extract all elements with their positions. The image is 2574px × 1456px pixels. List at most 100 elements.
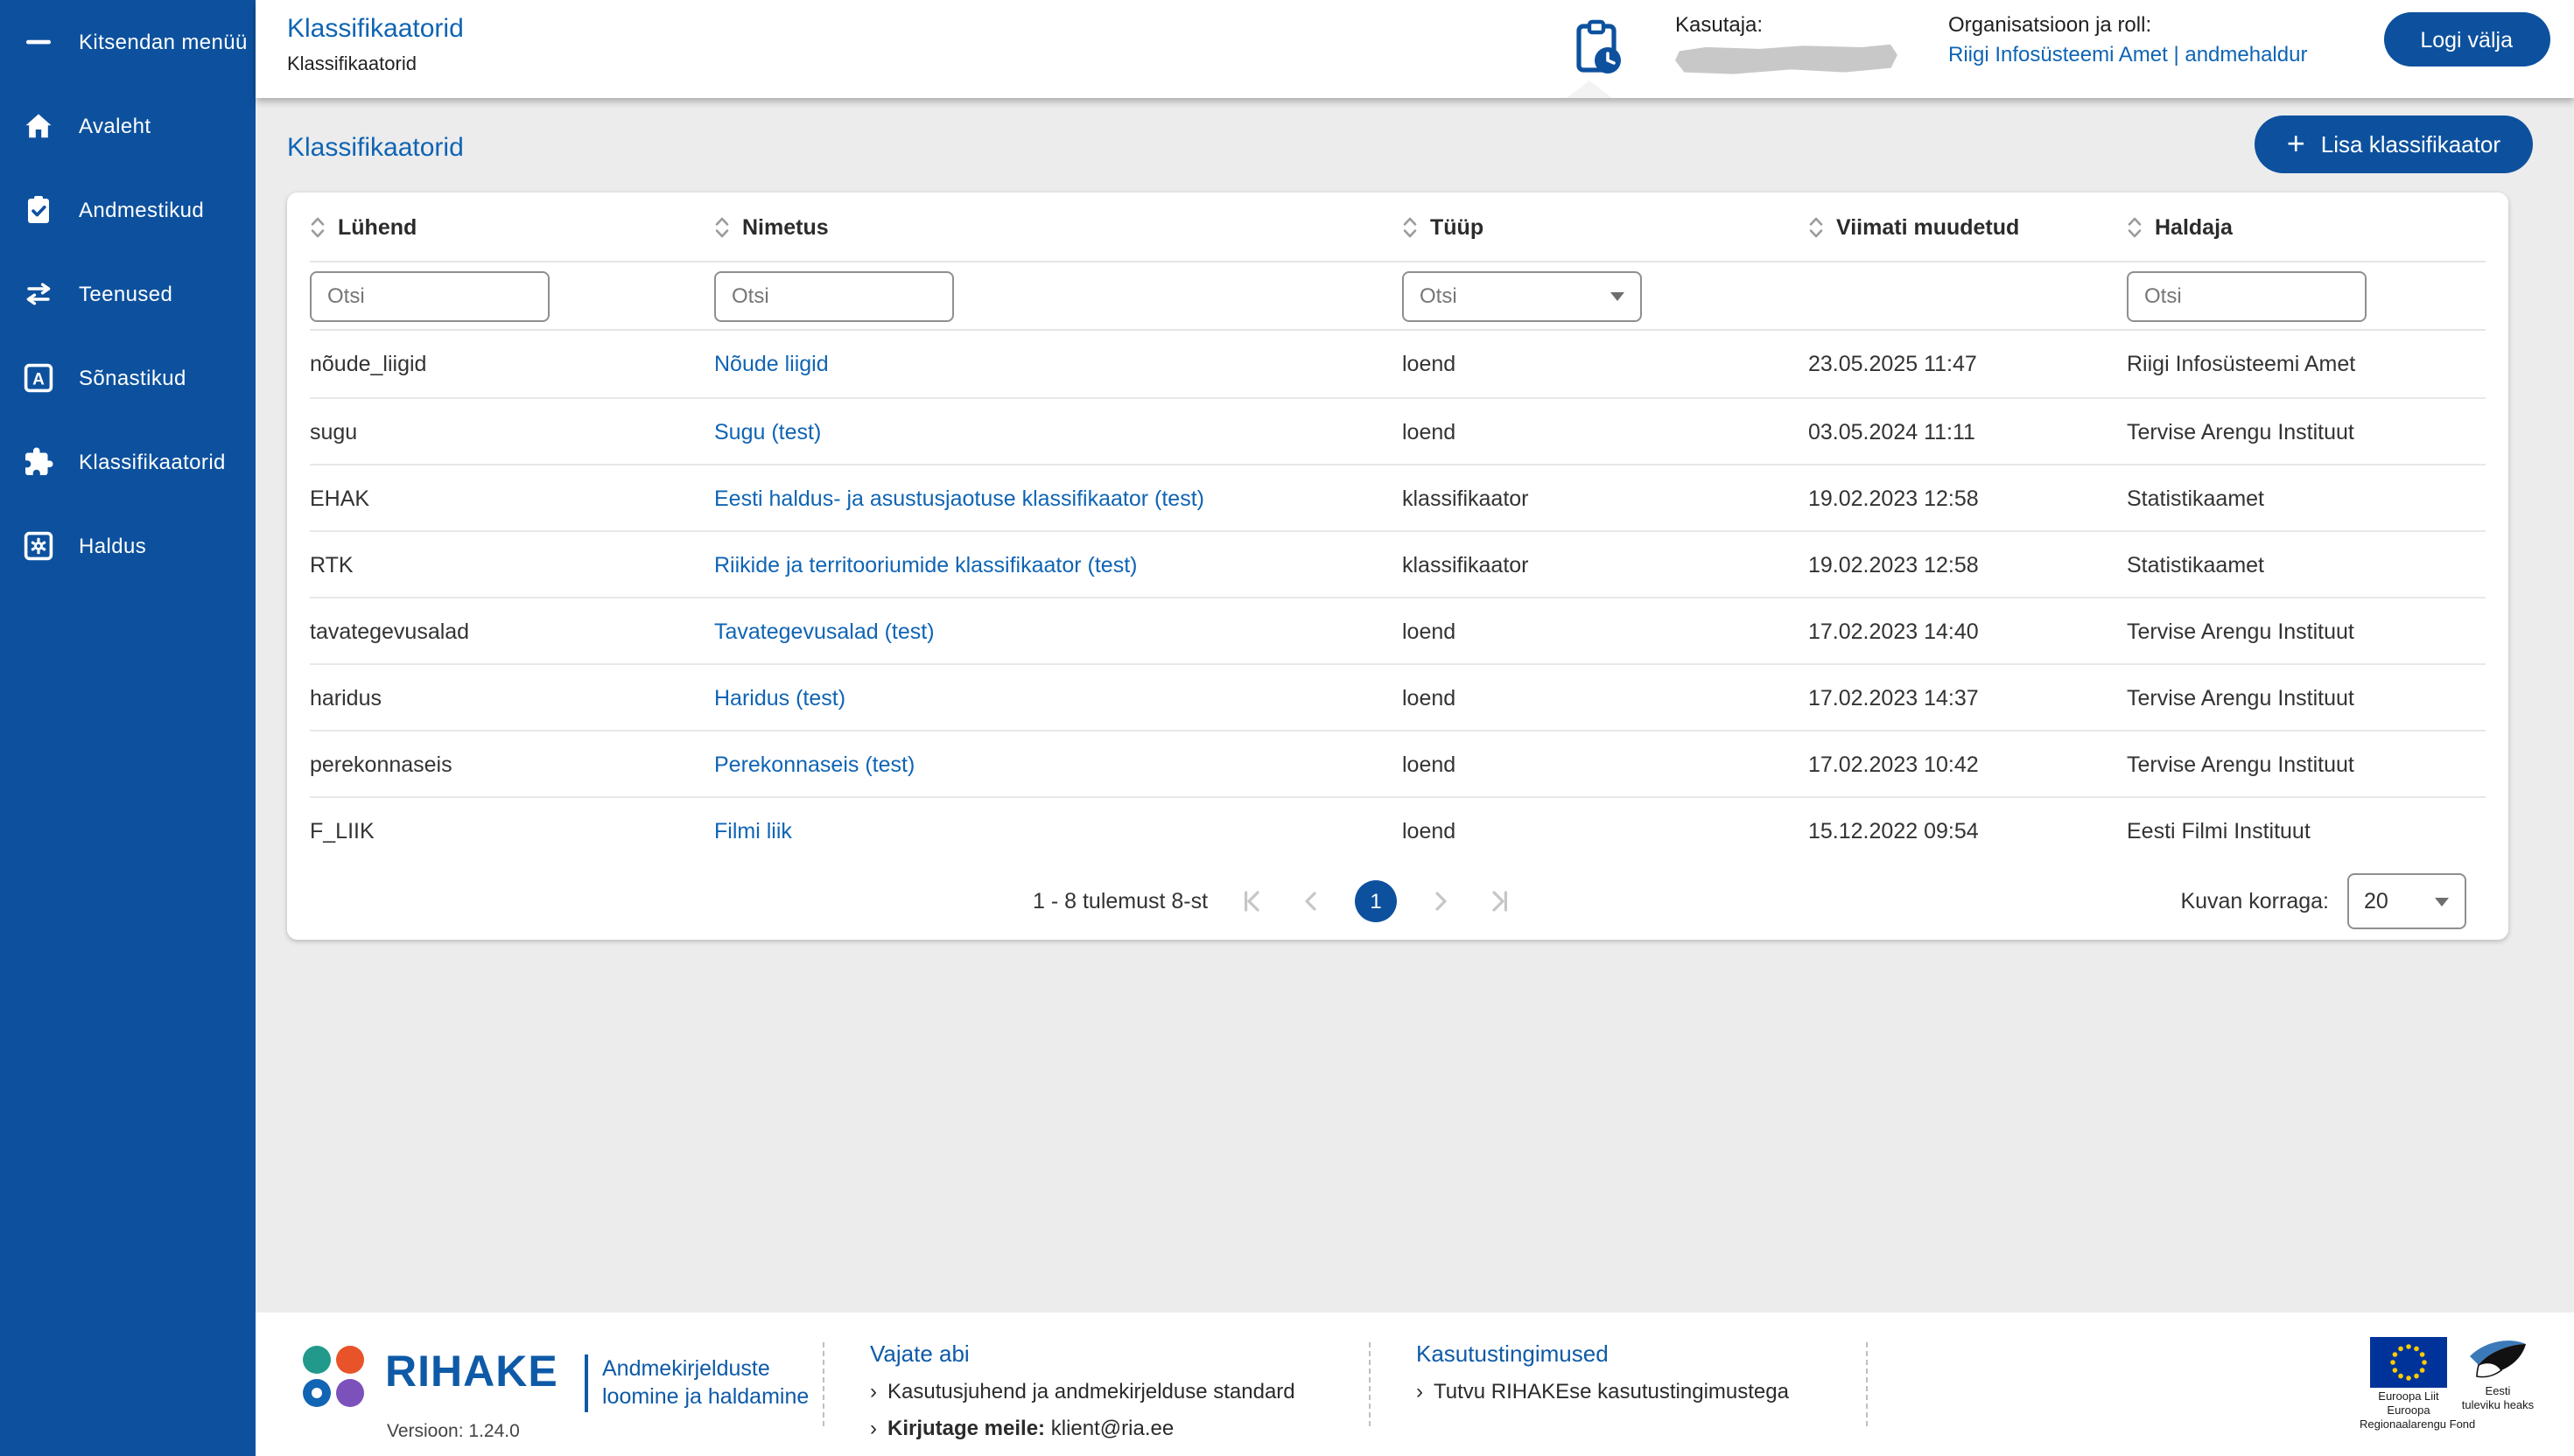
tooltip-pointer: [1567, 80, 1612, 98]
column-header-haldaja[interactable]: Haldaja: [2127, 214, 2484, 239]
page-size-control: Kuvan korraga: 20: [2180, 873, 2465, 929]
eesti-tuleviku-heaks-logo: Eesti tuleviku heaks: [2458, 1337, 2538, 1414]
cell-code: RTK: [310, 552, 354, 577]
classifier-link[interactable]: Haridus (test): [714, 685, 845, 710]
help-link-email[interactable]: › Kirjutage meile: klient@ria.ee: [870, 1416, 1295, 1440]
filter-input-luhend[interactable]: [310, 270, 550, 321]
sidebar-item-label: Kitsendan menüü: [79, 30, 248, 54]
column-header-nimetus[interactable]: Nimetus: [714, 214, 1402, 239]
table-row: haridus Haridus (test) loend 17.02.2023 …: [310, 663, 2485, 730]
table-filter-row: Otsi: [310, 262, 2485, 331]
sidebar-item-avaleht[interactable]: Avaleht: [0, 84, 256, 168]
sidebar-item-label: Teenused: [79, 282, 173, 306]
help-section: Vajate abi › Kasutusjuhend ja andmekirjel…: [870, 1340, 1295, 1440]
pagination-summary: 1 - 8 tulemust 8-st: [1033, 889, 1209, 914]
sort-icon[interactable]: [714, 214, 730, 239]
sidebar-item-label: Klassifikaatorid: [79, 450, 226, 474]
classifiers-table-card: Lühend Nimetus Tüüp Viimati muudetud Hal…: [287, 192, 2507, 940]
sort-icon[interactable]: [2127, 214, 2143, 239]
cell-type: loend: [1402, 818, 1456, 843]
footer-divider: [1866, 1342, 1868, 1426]
column-header-tuup[interactable]: Tüüp: [1402, 214, 1808, 239]
cell-manager: Statistikaamet: [2127, 552, 2265, 577]
content-area: Klassifikaatorid + Lisa klassifikaator L…: [256, 98, 2574, 1312]
sidebar-item-klassifikaatorid[interactable]: Klassifikaatorid: [0, 420, 256, 504]
footer: RIHAKE Andmekirjelduste loomine ja halda…: [256, 1312, 2574, 1456]
sidebar-item-label: Avaleht: [79, 114, 151, 138]
previous-page-button[interactable]: [1297, 887, 1325, 915]
brand-name: RIHAKE: [385, 1348, 558, 1396]
sort-icon[interactable]: [310, 214, 326, 239]
classifier-link[interactable]: Eesti haldus- ja asustusjaotuse klassifi…: [714, 486, 1204, 510]
next-page-button[interactable]: [1427, 887, 1455, 915]
eu-flag-icon: [2370, 1337, 2447, 1388]
cell-modified: 19.02.2023 12:58: [1808, 552, 1979, 577]
classifier-link[interactable]: Sugu (test): [714, 419, 821, 444]
dictionary-a-icon: A: [23, 362, 54, 394]
sidebar-item-haldus[interactable]: Haldus: [0, 504, 256, 588]
sidebar-item-sonastikud[interactable]: A Sõnastikud: [0, 336, 256, 420]
cell-manager: Riigi Infosüsteemi Amet: [2127, 352, 2356, 376]
organisation-role-link[interactable]: Riigi Infosüsteemi Amet | andmehaldur: [1948, 42, 2307, 66]
classifier-link[interactable]: Filmi liik: [714, 818, 792, 843]
cell-code: F_LIIK: [310, 818, 375, 843]
redacted-username: [1675, 43, 1898, 75]
last-page-button[interactable]: [1484, 887, 1512, 915]
table-row: tavategevusalad Tavategevusalad (test) l…: [310, 597, 2485, 663]
first-page-button[interactable]: [1239, 887, 1267, 915]
brand-divider: [585, 1354, 588, 1412]
home-icon: [23, 110, 54, 142]
add-classifier-button[interactable]: + Lisa klassifikaator: [2255, 116, 2532, 173]
sidebar-item-andmestikud[interactable]: Andmestikud: [0, 168, 256, 252]
table-row: perekonnaseis Perekonnaseis (test) loend…: [310, 730, 2485, 796]
table-row: EHAK Eesti haldus- ja asustusjaotuse kla…: [310, 464, 2485, 530]
logo-dot-teal: [303, 1346, 331, 1374]
sort-icon[interactable]: [1402, 214, 1418, 239]
filter-select-tuup[interactable]: Otsi: [1402, 270, 1642, 321]
terms-link[interactable]: › Tutvu RIHAKEse kasutustingimustega: [1416, 1379, 1789, 1404]
terms-heading: Kasutustingimused: [1416, 1340, 1609, 1367]
table-row: RTK Riikide ja territooriumide klassifik…: [310, 530, 2485, 597]
clipboard-clock-icon[interactable]: [1574, 19, 1626, 79]
column-header-viimati-muudetud[interactable]: Viimati muudetud: [1808, 214, 2127, 239]
eu-regional-fund-logo: Euroopa Liit Euroopa Regionaalarengu Fon…: [2360, 1337, 2475, 1433]
sidebar-item-label: Haldus: [79, 534, 147, 558]
pagination: 1 - 8 tulemust 8-st 1 Kuvan korraga: 20: [310, 863, 2485, 940]
column-header-luhend[interactable]: Lühend: [310, 214, 714, 239]
classifier-link[interactable]: Nõude liigid: [714, 352, 829, 376]
filter-input-haldaja[interactable]: [2127, 270, 2367, 321]
add-classifier-label: Lisa klassifikaator: [2320, 131, 2500, 158]
estonia-swoosh-icon: [2470, 1340, 2526, 1378]
cell-manager: Tervise Arengu Instituut: [2127, 752, 2354, 776]
classifier-link[interactable]: Perekonnaseis (test): [714, 752, 915, 776]
cell-modified: 17.02.2023 14:37: [1808, 685, 1979, 710]
cell-type: klassifikaator: [1402, 486, 1529, 510]
classifier-link[interactable]: Riikide ja territooriumide klassifikaato…: [714, 552, 1138, 577]
help-link-manual[interactable]: › Kasutusjuhend ja andmekirjelduse standa…: [870, 1379, 1295, 1404]
settings-icon: [23, 530, 54, 562]
sidebar-item-collapse-menu[interactable]: Kitsendan menüü: [0, 0, 256, 84]
cell-type: klassifikaator: [1402, 552, 1529, 577]
sort-icon[interactable]: [1808, 214, 1824, 239]
cell-code: tavategevusalad: [310, 619, 470, 643]
main-column: Klassifikaatorid Klassifikaatorid Kasuta…: [256, 0, 2574, 1456]
cell-modified: 17.02.2023 14:40: [1808, 619, 1979, 643]
topbar: Klassifikaatorid Klassifikaatorid Kasuta…: [256, 0, 2574, 98]
page-title: Klassifikaatorid: [287, 133, 464, 163]
rihake-app: Kitsendan menüü Avaleht Andmestikud Teen…: [0, 0, 2574, 1456]
cell-modified: 15.12.2022 09:54: [1808, 818, 1979, 843]
sidebar-item-teenused[interactable]: Teenused: [0, 252, 256, 336]
logo-dot-purple: [336, 1379, 364, 1407]
logout-button[interactable]: Logi välja: [2383, 12, 2549, 66]
page-size-select[interactable]: 20: [2346, 873, 2465, 929]
rihake-logo-icon: [303, 1346, 364, 1407]
cell-manager: Tervise Arengu Instituut: [2127, 619, 2354, 643]
cell-type: loend: [1402, 352, 1456, 376]
footer-divider: [1369, 1342, 1371, 1426]
cell-code: haridus: [310, 685, 382, 710]
cell-modified: 03.05.2024 11:11: [1808, 419, 1975, 444]
classifier-link[interactable]: Tavategevusalad (test): [714, 619, 935, 643]
current-page-button[interactable]: 1: [1355, 880, 1397, 922]
filter-input-nimetus[interactable]: [714, 270, 954, 321]
breadcrumb: Klassifikaatorid: [287, 54, 417, 75]
